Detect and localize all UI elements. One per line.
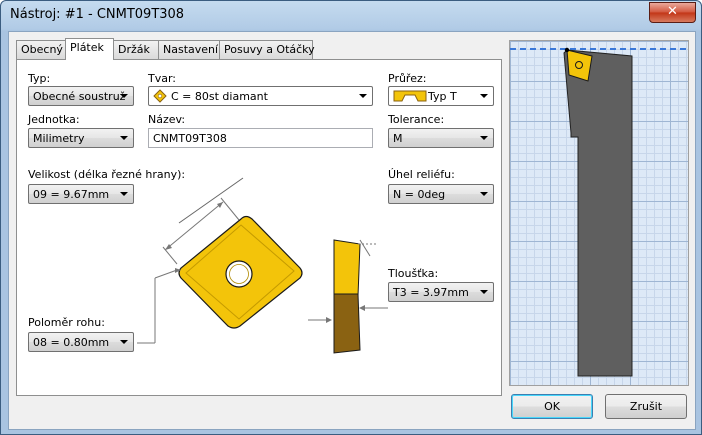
typ-select[interactable]: Obecné soustruž [28,86,134,106]
uhel-label: Úhel reliéfu: [388,168,455,181]
tab-obecny[interactable]: Obecný [16,40,66,59]
chevron-down-icon [480,192,488,196]
tvar-select[interactable]: C = 80st diamant [148,86,373,106]
polomer-select[interactable]: 08 = 0.80mm [28,332,134,352]
tvar-label: Tvar: [148,72,177,85]
chevron-down-icon [120,136,128,140]
tool-preview-drawing [510,47,688,377]
uhel-value: N = 0deg [393,188,446,201]
typ-value: Obecné soustruž [33,90,126,103]
insert-side-view-diagram [308,239,376,354]
uhel-select[interactable]: N = 0deg [388,184,494,204]
chevron-down-icon [480,94,488,98]
polomer-value: 08 = 0.80mm [33,336,110,349]
cross-section-icon [393,90,427,102]
tool-preview-panel [509,40,689,386]
jednotka-select[interactable]: Milimetry [28,128,134,148]
tab-nastaveni[interactable]: Nastavení [158,40,220,59]
tloustka-label: Tloušťka: [388,267,439,280]
jednotka-label: Jednotka: [28,113,80,126]
tab-platek[interactable]: Plátek [65,38,114,60]
nazev-value: CNMT09T308 [153,132,227,145]
polomer-label: Poloměr rohu: [28,316,105,329]
prurez-value: Typ T [428,90,457,103]
tab-drzak[interactable]: Držák [113,40,159,59]
tloustka-value: T3 = 3.97mm [393,286,469,299]
prurez-select[interactable]: Typ T [388,86,494,106]
thickness-leader-arrow [359,305,388,311]
tvar-value: C = 80st diamant [171,90,268,103]
chevron-down-icon [359,94,367,98]
cancel-button[interactable]: Zrušit [605,394,687,419]
ok-button[interactable]: OK [511,394,593,419]
insert-top-view-diagram [137,177,303,344]
nazev-label: Název: [148,113,186,126]
typ-label: Typ: [28,72,51,85]
title-bar[interactable]: Nástroj: #1 - CNMT09T308 ✕ [1,1,701,31]
tloustka-select[interactable]: T3 = 3.97mm [388,282,494,302]
tab-posuvy[interactable]: Posuvy a Otáčky [219,40,315,59]
chevron-down-icon [120,340,128,344]
chevron-down-icon [120,94,128,98]
diamond-shape-icon [153,89,167,103]
velikost-value: 09 = 9.67mm [33,188,110,201]
chevron-down-icon [480,136,488,140]
velikost-select[interactable]: 09 = 9.67mm [28,184,134,204]
chevron-down-icon [120,192,128,196]
window-title: Nástroj: #1 - CNMT09T308 [10,7,185,22]
close-button[interactable]: ✕ [649,2,696,23]
dialog-client: Obecný Plátek Držák Nastavení Posuvy a O… [8,31,696,430]
tolerance-label: Tolerance: [388,113,445,126]
nazev-input[interactable]: CNMT09T308 [148,128,373,148]
dialog-window: Nástroj: #1 - CNMT09T308 ✕ Obecný Plátek… [0,0,702,435]
chevron-down-icon [480,290,488,294]
jednotka-value: Milimetry [33,132,85,145]
tolerance-select[interactable]: M [388,128,494,148]
tolerance-value: M [393,132,403,145]
prurez-label: Průřez: [388,72,427,85]
insert-panel: Typ: Obecné soustruž Tvar: C = 80st diam… [16,59,502,396]
